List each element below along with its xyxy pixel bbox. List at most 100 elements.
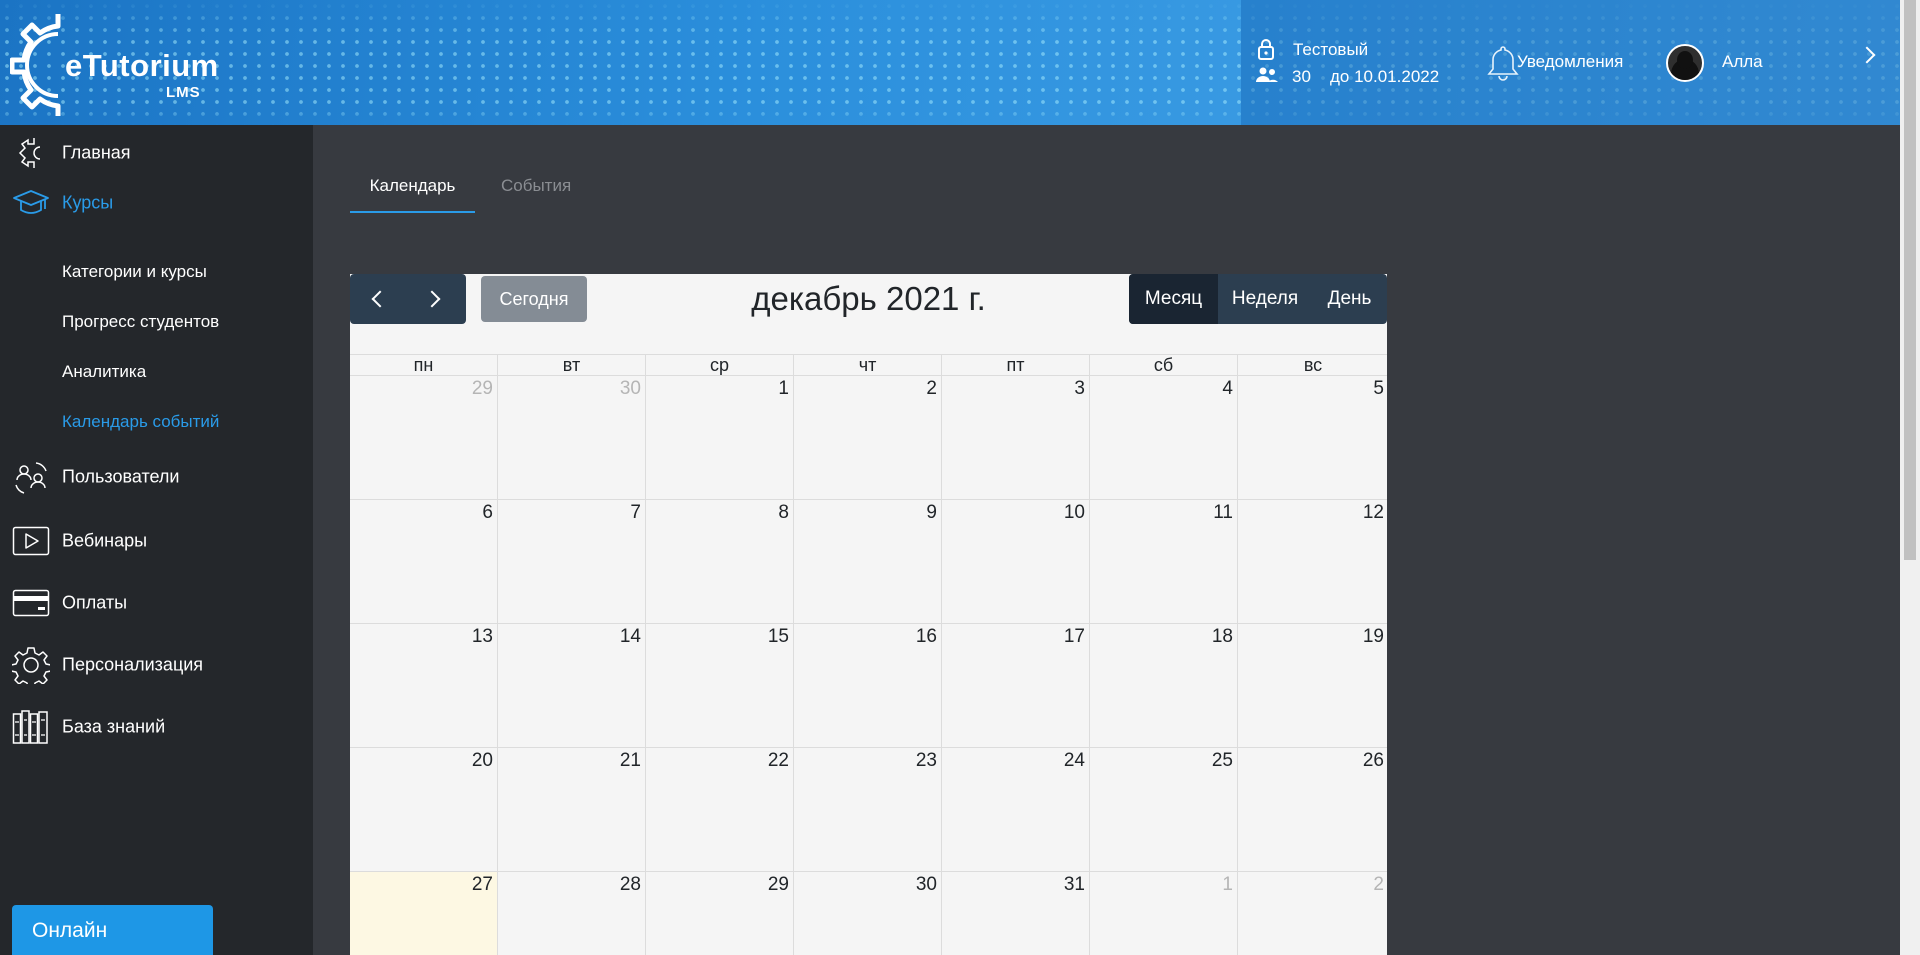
day-number[interactable]: 24 — [1064, 750, 1085, 772]
day-cell[interactable]: 3 — [941, 376, 1089, 500]
day-number[interactable]: 30 — [620, 378, 641, 400]
sidebar-item-webinars[interactable]: Вебинары — [0, 516, 313, 566]
sidebar-item-personalization[interactable]: Персонализация — [0, 640, 313, 690]
day-cell[interactable]: 19 — [1237, 624, 1387, 748]
tab-calendar[interactable]: Календарь — [350, 165, 475, 213]
chevron-right-icon[interactable] — [1858, 46, 1876, 64]
day-cell[interactable]: 25 — [1089, 748, 1237, 872]
day-cell[interactable]: 18 — [1089, 624, 1237, 748]
day-cell[interactable]: 29 — [645, 872, 793, 955]
day-cell[interactable]: 14 — [497, 624, 645, 748]
day-cell[interactable]: 10 — [941, 500, 1089, 624]
day-cell[interactable]: 17 — [941, 624, 1089, 748]
day-number[interactable]: 12 — [1363, 502, 1384, 524]
avatar[interactable] — [1666, 44, 1704, 82]
sidebar-item-label: Курсы — [62, 192, 114, 213]
day-number[interactable]: 10 — [1064, 502, 1085, 524]
day-number[interactable]: 20 — [472, 750, 493, 772]
subitem-events-calendar[interactable]: Календарь событий — [62, 412, 219, 432]
day-number[interactable]: 29 — [472, 378, 493, 400]
day-cell[interactable]: 1 — [645, 376, 793, 500]
day-number[interactable]: 2 — [926, 378, 937, 400]
scrollbar-thumb[interactable] — [1904, 0, 1916, 560]
sidebar-item-label: База знаний — [62, 716, 166, 737]
day-cell[interactable]: 26 — [1237, 748, 1387, 872]
top-header: eTutorium LMS Тестовый 30 до 10.01.2022 … — [0, 0, 1900, 125]
day-number[interactable]: 7 — [630, 502, 641, 524]
tab-events[interactable]: События — [501, 165, 571, 213]
day-cell[interactable]: 8 — [645, 500, 793, 624]
calendar-toolbar: Сегодня декабрь 2021 г. Месяц Неделя Ден… — [350, 274, 1387, 354]
day-number[interactable]: 11 — [1213, 502, 1233, 524]
day-cell[interactable]: 30 — [497, 376, 645, 500]
day-cell[interactable]: 31 — [941, 872, 1089, 955]
day-cell[interactable]: 7 — [497, 500, 645, 624]
day-cell[interactable]: 13 — [350, 624, 497, 748]
day-number[interactable]: 1 — [1222, 874, 1233, 896]
day-number[interactable]: 14 — [620, 626, 641, 648]
bell-icon[interactable] — [1486, 44, 1520, 82]
sidebar-item-users[interactable]: Пользователи — [0, 452, 313, 502]
sidebar-item-courses[interactable]: Курсы — [0, 178, 313, 228]
day-cell[interactable]: 22 — [645, 748, 793, 872]
day-number[interactable]: 30 — [916, 874, 937, 896]
day-number[interactable]: 16 — [916, 626, 937, 648]
day-cell[interactable]: 4 — [1089, 376, 1237, 500]
subitem-analytics[interactable]: Аналитика — [62, 362, 146, 382]
day-cell[interactable]: 1 — [1089, 872, 1237, 955]
day-cell[interactable]: 28 — [497, 872, 645, 955]
day-number[interactable]: 22 — [768, 750, 789, 772]
day-number[interactable]: 19 — [1363, 626, 1384, 648]
day-cell[interactable]: 29 — [350, 376, 497, 500]
sidebar-item-payments[interactable]: Оплаты — [0, 578, 313, 628]
view-day-button[interactable]: День — [1312, 274, 1387, 324]
sidebar-item-home[interactable]: Главная — [0, 128, 313, 178]
day-cell[interactable]: 12 — [1237, 500, 1387, 624]
sidebar-item-knowledge-base[interactable]: База знаний — [0, 702, 313, 752]
day-cell[interactable]: 2 — [1237, 872, 1387, 955]
day-cell[interactable]: 20 — [350, 748, 497, 872]
day-number[interactable]: 18 — [1212, 626, 1233, 648]
day-cell[interactable]: 24 — [941, 748, 1089, 872]
day-cell[interactable]: 2 — [793, 376, 941, 500]
day-cell[interactable]: 11 — [1089, 500, 1237, 624]
day-cell[interactable]: 21 — [497, 748, 645, 872]
day-number[interactable]: 15 — [768, 626, 789, 648]
user-name[interactable]: Алла — [1722, 52, 1763, 72]
scrollbar[interactable] — [1900, 0, 1920, 955]
day-cell[interactable]: 5 — [1237, 376, 1387, 500]
day-number[interactable]: 31 — [1064, 874, 1085, 896]
day-number[interactable]: 26 — [1363, 750, 1384, 772]
day-cell-today[interactable]: 27 — [350, 872, 497, 955]
day-number[interactable]: 17 — [1064, 626, 1085, 648]
notifications-link[interactable]: Уведомления — [1517, 52, 1623, 72]
online-button[interactable]: Онлайн — [12, 905, 213, 955]
day-number[interactable]: 9 — [926, 502, 937, 524]
day-cell[interactable]: 9 — [793, 500, 941, 624]
day-number[interactable]: 1 — [778, 378, 789, 400]
day-number[interactable]: 29 — [768, 874, 789, 896]
day-number[interactable]: 21 — [620, 750, 641, 772]
logo[interactable]: eTutorium LMS — [10, 8, 230, 118]
day-cell[interactable]: 16 — [793, 624, 941, 748]
day-number[interactable]: 23 — [916, 750, 937, 772]
account-panel: Тестовый 30 до 10.01.2022 Уведомления Ал… — [1241, 0, 1900, 125]
subitem-categories[interactable]: Категории и курсы — [62, 262, 207, 282]
day-number[interactable]: 8 — [778, 502, 789, 524]
view-week-button[interactable]: Неделя — [1218, 274, 1312, 324]
day-cell[interactable]: 23 — [793, 748, 941, 872]
subitem-student-progress[interactable]: Прогресс студентов — [62, 312, 219, 332]
day-number[interactable]: 2 — [1373, 874, 1384, 896]
day-cell[interactable]: 15 — [645, 624, 793, 748]
day-number[interactable]: 28 — [620, 874, 641, 896]
day-cell[interactable]: 6 — [350, 500, 497, 624]
day-number[interactable]: 13 — [472, 626, 493, 648]
day-number[interactable]: 27 — [472, 874, 493, 896]
day-number[interactable]: 25 — [1212, 750, 1233, 772]
day-number[interactable]: 5 — [1373, 378, 1384, 400]
day-cell[interactable]: 30 — [793, 872, 941, 955]
day-number[interactable]: 4 — [1222, 378, 1233, 400]
view-month-button[interactable]: Месяц — [1129, 274, 1218, 324]
day-number[interactable]: 3 — [1074, 378, 1085, 400]
day-number[interactable]: 6 — [482, 502, 493, 524]
